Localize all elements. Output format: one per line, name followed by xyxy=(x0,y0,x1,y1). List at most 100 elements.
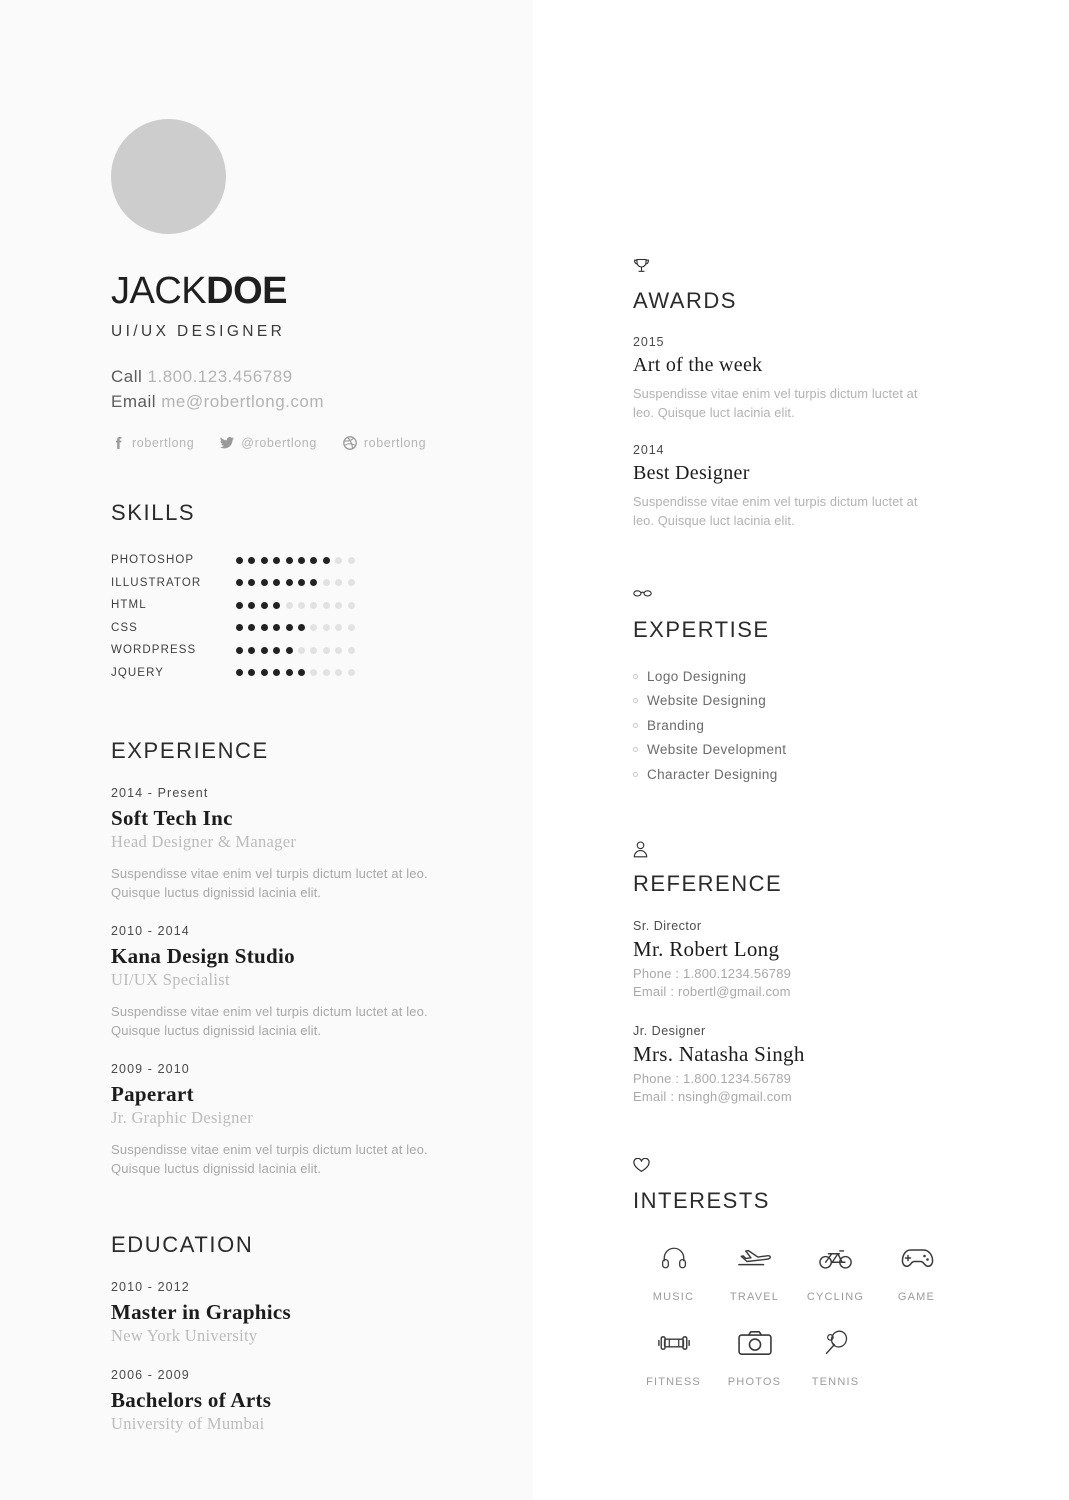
skill-dot-filled xyxy=(297,556,305,564)
skill-row: WORDPRESS xyxy=(111,639,491,662)
heart-icon xyxy=(633,1157,973,1178)
job-title: UI/UX DESIGNER xyxy=(111,323,286,340)
pingpong-icon xyxy=(819,1325,853,1361)
skill-dot-filled xyxy=(273,624,281,632)
experience-list: 2014 - Present Soft Tech Inc Head Design… xyxy=(111,786,491,1178)
skill-dot-filled xyxy=(236,646,243,654)
entry-subtitle: UI/UX Specialist xyxy=(111,970,230,989)
bullet-icon xyxy=(633,722,638,728)
skill-dot-empty xyxy=(297,601,305,609)
education-heading: EDUCATION xyxy=(111,1232,254,1257)
social-link-twitter[interactable]: @robertlong xyxy=(220,436,317,450)
entry-title: Paperart xyxy=(111,1082,194,1106)
skill-dot-empty xyxy=(335,646,343,654)
skill-dot-filled xyxy=(285,646,293,654)
skill-dot-filled xyxy=(248,601,256,609)
skill-level-dots xyxy=(236,646,355,654)
skill-dot-empty xyxy=(310,646,318,654)
gamepad-icon xyxy=(900,1240,934,1276)
social-link-dribbble[interactable]: robertlong xyxy=(343,436,426,450)
resume-page: JACKDOE UI/UX DESIGNER Call 1.800.123.45… xyxy=(0,0,1069,1500)
expertise-label: Website Development xyxy=(647,742,787,758)
interests-heading: INTERESTS xyxy=(633,1187,770,1213)
dumbbell-icon xyxy=(657,1325,691,1361)
award-description: Suspendisse vitae enim vel turpis dictum… xyxy=(633,494,918,528)
reference-name: Mrs. Natasha Singh xyxy=(633,1041,805,1066)
entry-date: 2010 - 2014 xyxy=(111,924,190,938)
skill-dot-filled xyxy=(285,624,293,632)
trophy-icon xyxy=(633,258,973,278)
person-icon xyxy=(633,840,973,861)
entry-title: Bachelors of Arts xyxy=(111,1388,272,1412)
social-links: robertlong @robertlong robertlong xyxy=(111,436,491,450)
last-name: DOE xyxy=(206,270,287,312)
skill-row: CSS xyxy=(111,617,491,640)
skill-dot-filled xyxy=(248,556,256,564)
interest-item: GAME xyxy=(876,1240,957,1303)
expertise-label: Website Designing xyxy=(647,693,767,709)
skill-dot-empty xyxy=(285,601,293,609)
expertise-item: Character Designing xyxy=(633,762,973,787)
skill-dot-empty xyxy=(347,556,355,564)
page-title: JACKDOE xyxy=(111,269,491,313)
award-item: 2015 Art of the week Suspendisse vitae e… xyxy=(633,335,973,422)
reference-email: Email : nsingh@gmail.com xyxy=(633,1089,792,1104)
left-column: JACKDOE UI/UX DESIGNER Call 1.800.123.45… xyxy=(0,0,533,1500)
bullet-icon xyxy=(633,747,638,753)
education-list: 2010 - 2012 Master in Graphics New York … xyxy=(111,1280,491,1434)
skill-dot-filled xyxy=(273,601,281,609)
skill-dot-empty xyxy=(335,601,343,609)
skill-dot-empty xyxy=(335,579,343,587)
skill-row: JQUERY xyxy=(111,662,491,685)
facebook-icon xyxy=(111,436,125,450)
bullet-icon xyxy=(633,771,638,777)
award-item: 2014 Best Designer Suspendisse vitae eni… xyxy=(633,443,973,530)
skill-dot-empty xyxy=(347,579,355,587)
skill-row: HTML xyxy=(111,594,491,617)
skills-list: PHOTOSHOP ILLUSTRATOR HTML CSS WORDPRESS JQUE… xyxy=(111,549,491,684)
skill-level-dots xyxy=(236,579,355,587)
avatar xyxy=(111,119,226,234)
email-line: Email me@robertlong.com xyxy=(111,389,491,414)
skill-level-dots xyxy=(236,624,355,632)
reference-role: Sr. Director xyxy=(633,918,702,933)
twitter-icon xyxy=(220,436,235,450)
reference-role: Jr. Designer xyxy=(633,1023,706,1038)
camera-icon xyxy=(737,1325,772,1361)
entry-subtitle: Head Designer & Manager xyxy=(111,832,297,851)
experience-item: 2010 - 2014 Kana Design Studio UI/UX Spe… xyxy=(111,924,491,1040)
phone-line: Call 1.800.123.456789 xyxy=(111,364,491,389)
award-description: Suspendisse vitae enim vel turpis dictum… xyxy=(633,386,918,420)
awards-section: AWARDS 2015 Art of the week Suspendisse … xyxy=(633,258,973,530)
call-label: Call xyxy=(111,367,143,386)
reference-heading: REFERENCE xyxy=(633,870,783,896)
phone-value: 1.800.123.456789 xyxy=(147,367,293,386)
skill-dot-filled xyxy=(260,646,268,654)
social-handle-twitter: @robertlong xyxy=(241,436,317,450)
skill-name: ILLUSTRATOR xyxy=(111,576,202,589)
entry-title: Master in Graphics xyxy=(111,1300,292,1324)
skill-dot-filled xyxy=(236,624,243,632)
expertise-item: Website Development xyxy=(633,738,973,763)
entry-description: Suspendisse vitae enim vel turpis dictum… xyxy=(111,1004,428,1038)
entry-subtitle: University of Mumbai xyxy=(111,1414,265,1433)
skill-dot-empty xyxy=(310,669,318,677)
social-link-facebook[interactable]: robertlong xyxy=(111,436,194,450)
skill-dot-filled xyxy=(273,579,281,587)
skill-dot-empty xyxy=(322,579,330,587)
skill-dot-filled xyxy=(297,579,305,587)
award-date: 2014 xyxy=(633,443,665,457)
skill-dot-empty xyxy=(347,624,355,632)
skill-level-dots xyxy=(236,556,355,564)
reference-section: REFERENCE Sr. Director Mr. Robert Long P… xyxy=(633,840,973,1107)
skill-dot-filled xyxy=(322,556,330,564)
first-name: JACK xyxy=(111,270,207,312)
interest-label: FITNESS xyxy=(646,1375,701,1388)
skill-dot-filled xyxy=(273,669,281,677)
skill-dot-filled xyxy=(285,556,293,564)
expertise-section: EXPERTISE Logo Designing Website Designin… xyxy=(633,587,973,787)
skill-dot-filled xyxy=(248,579,256,587)
skill-dot-empty xyxy=(310,624,318,632)
entry-date: 2006 - 2009 xyxy=(111,1368,190,1382)
interests-section: INTERESTS MUSIC TRAVEL CYCLING GAME FITNESS P… xyxy=(633,1157,973,1388)
